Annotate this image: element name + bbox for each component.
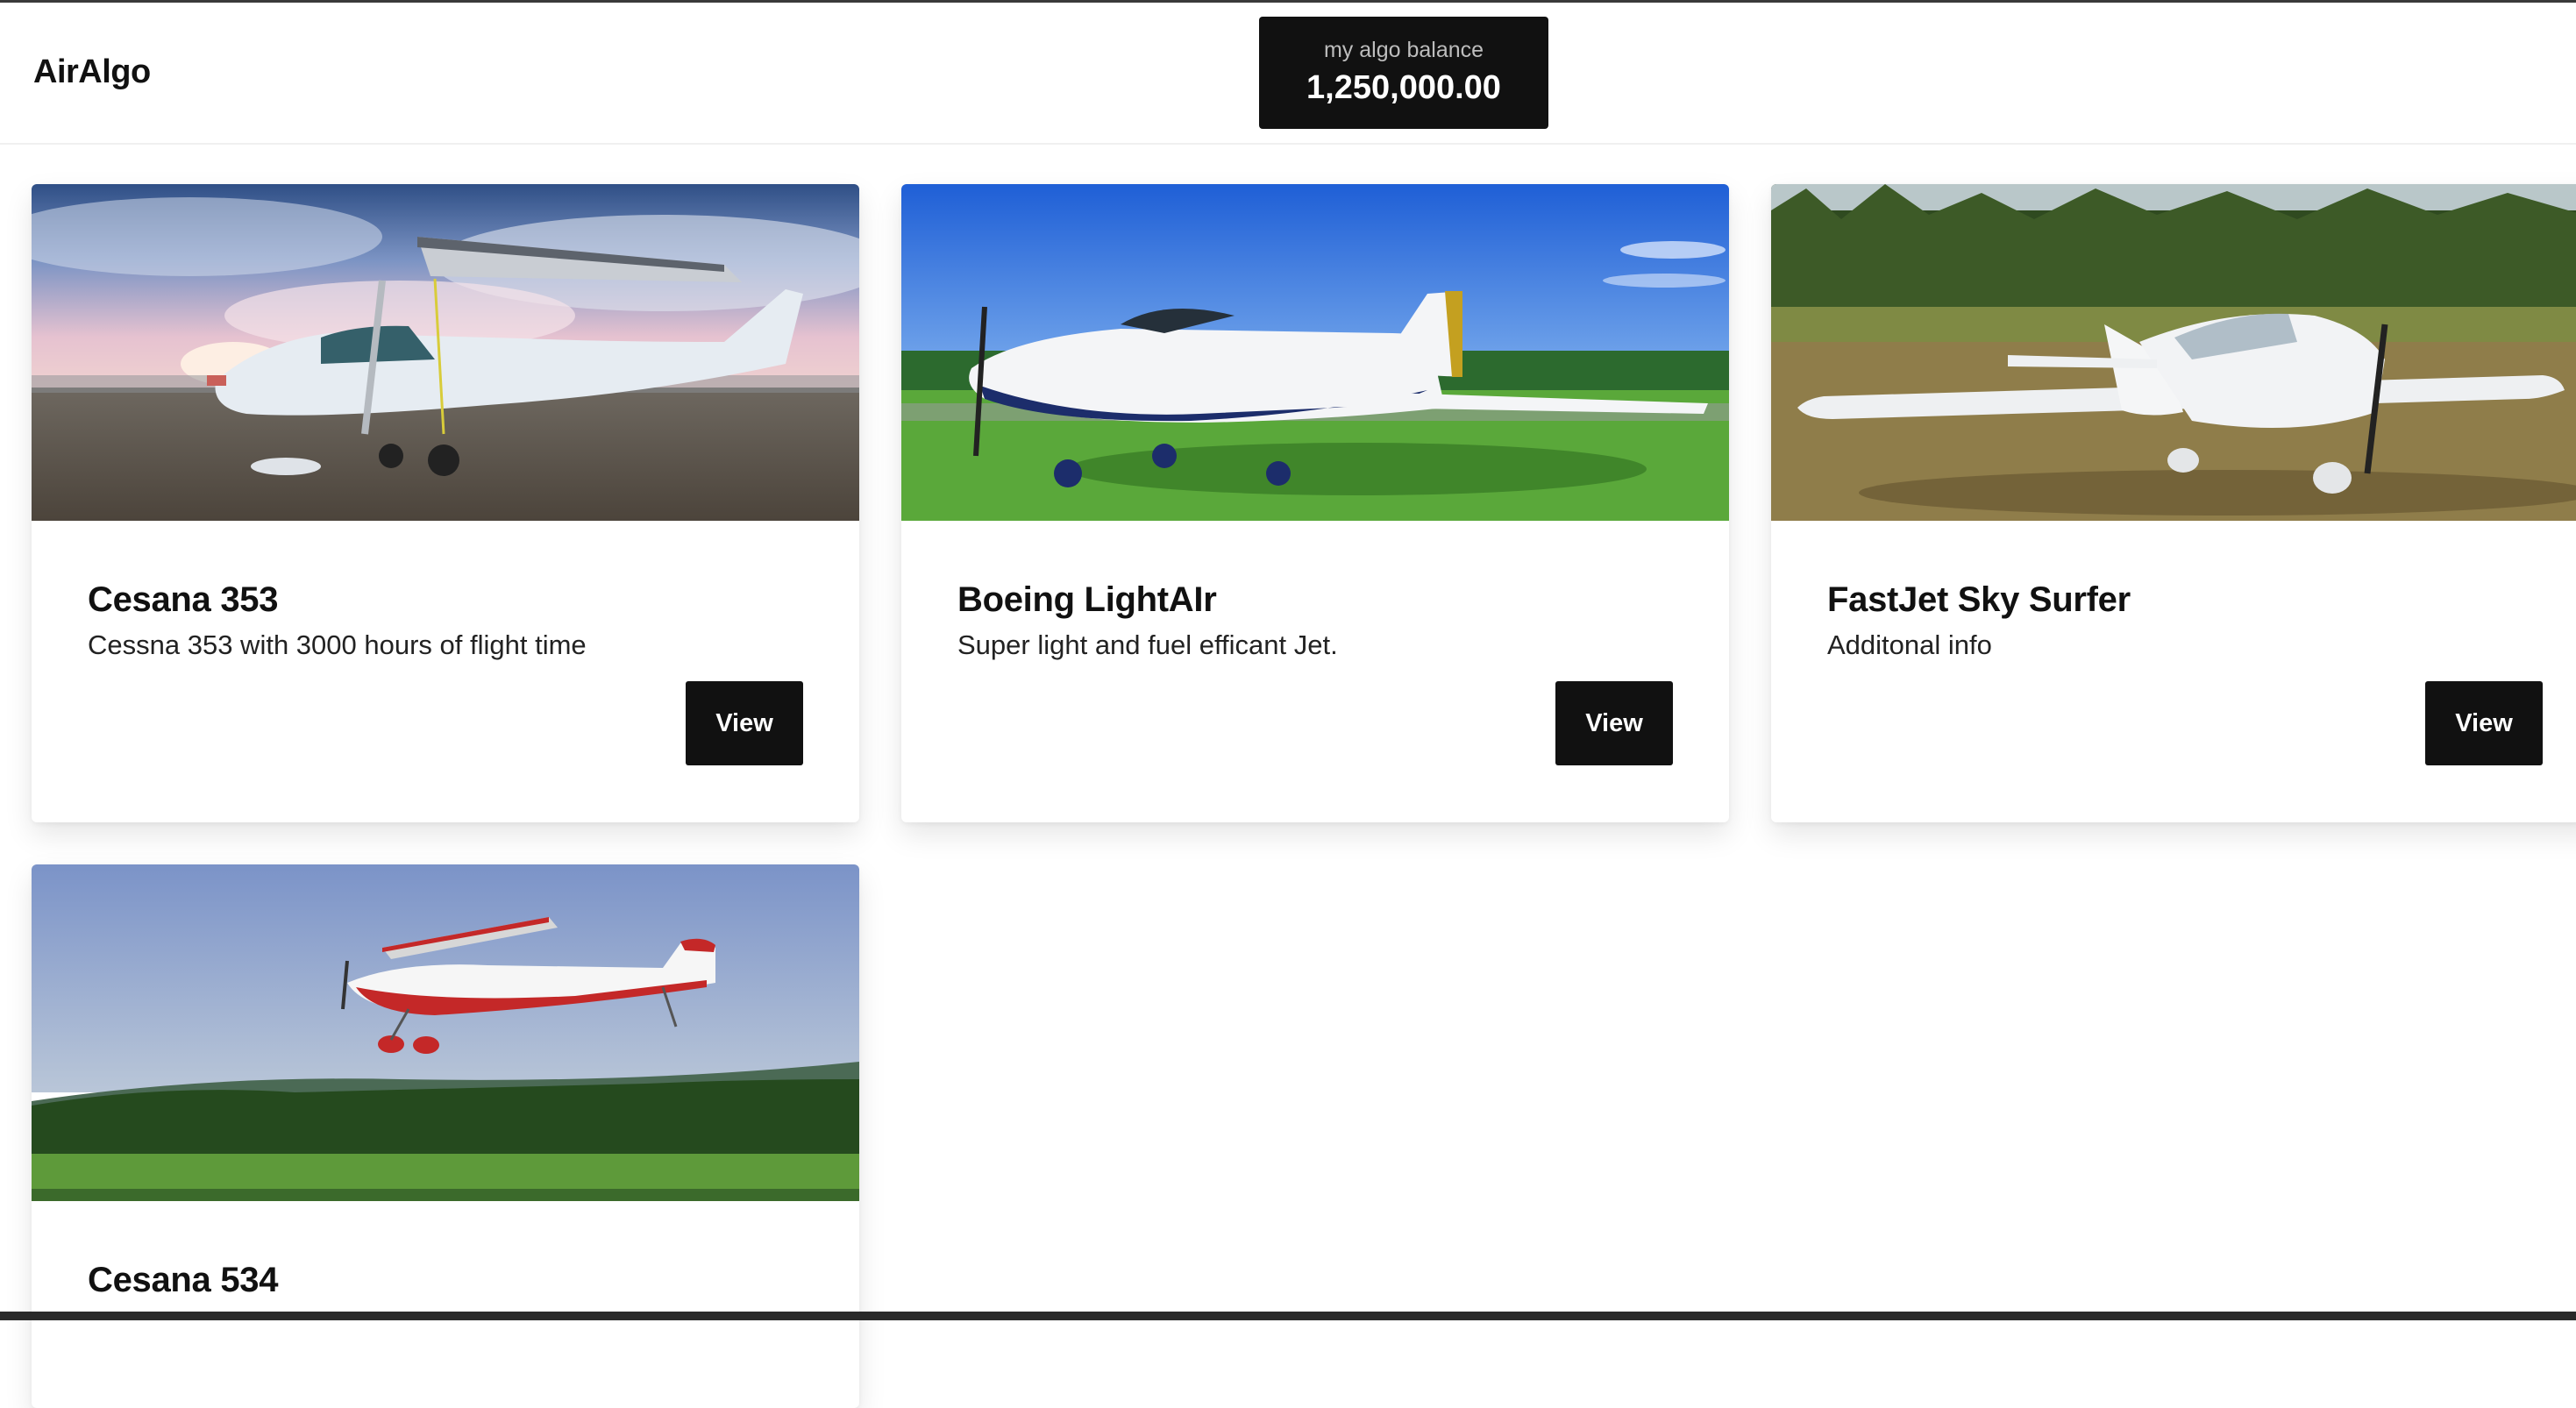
plane-image [32, 184, 859, 521]
plane-card: FastJet Sky Surfer Additonal info View [1771, 184, 2576, 822]
forest-field-ultralight-photo [1771, 184, 2576, 521]
plane-title: FastJet Sky Surfer [1827, 580, 2131, 619]
app-header: AirAlgo my algo balance 1,250,000.00 [0, 3, 2576, 145]
plane-image [1771, 184, 2576, 521]
plane-image [32, 864, 859, 1201]
plane-card: Cesana 534 [32, 864, 859, 1408]
plane-card: Cesana 353 Cessna 353 with 3000 hours of… [32, 184, 859, 822]
sunset-cessna-photo [32, 184, 859, 521]
plane-card: Boeing LightAIr Super light and fuel eff… [901, 184, 1729, 822]
plane-title: Cesana 353 [88, 580, 279, 619]
view-button[interactable]: View [1555, 681, 1673, 765]
plane-description: Cessna 353 with 3000 hours of flight tim… [88, 629, 587, 660]
plane-description: Super light and fuel efficant Jet. [957, 629, 1338, 660]
app-brand[interactable]: AirAlgo [33, 53, 151, 91]
view-button[interactable]: View [686, 681, 803, 765]
balance-value: 1,250,000.00 [1306, 69, 1501, 106]
plane-description: Additonal info [1827, 629, 1992, 660]
window-bottom-edge [0, 1312, 2576, 1320]
balance-label: my algo balance [1323, 38, 1484, 62]
plane-title: Cesana 534 [88, 1261, 279, 1299]
algo-balance-widget: my algo balance 1,250,000.00 [1259, 17, 1548, 129]
view-button[interactable]: View [2425, 681, 2543, 765]
plane-image [901, 184, 1729, 521]
red-white-plane-in-flight-photo [32, 864, 859, 1201]
plane-title: Boeing LightAIr [957, 580, 1217, 619]
blue-sky-lowwing-plane-photo [901, 184, 1729, 521]
